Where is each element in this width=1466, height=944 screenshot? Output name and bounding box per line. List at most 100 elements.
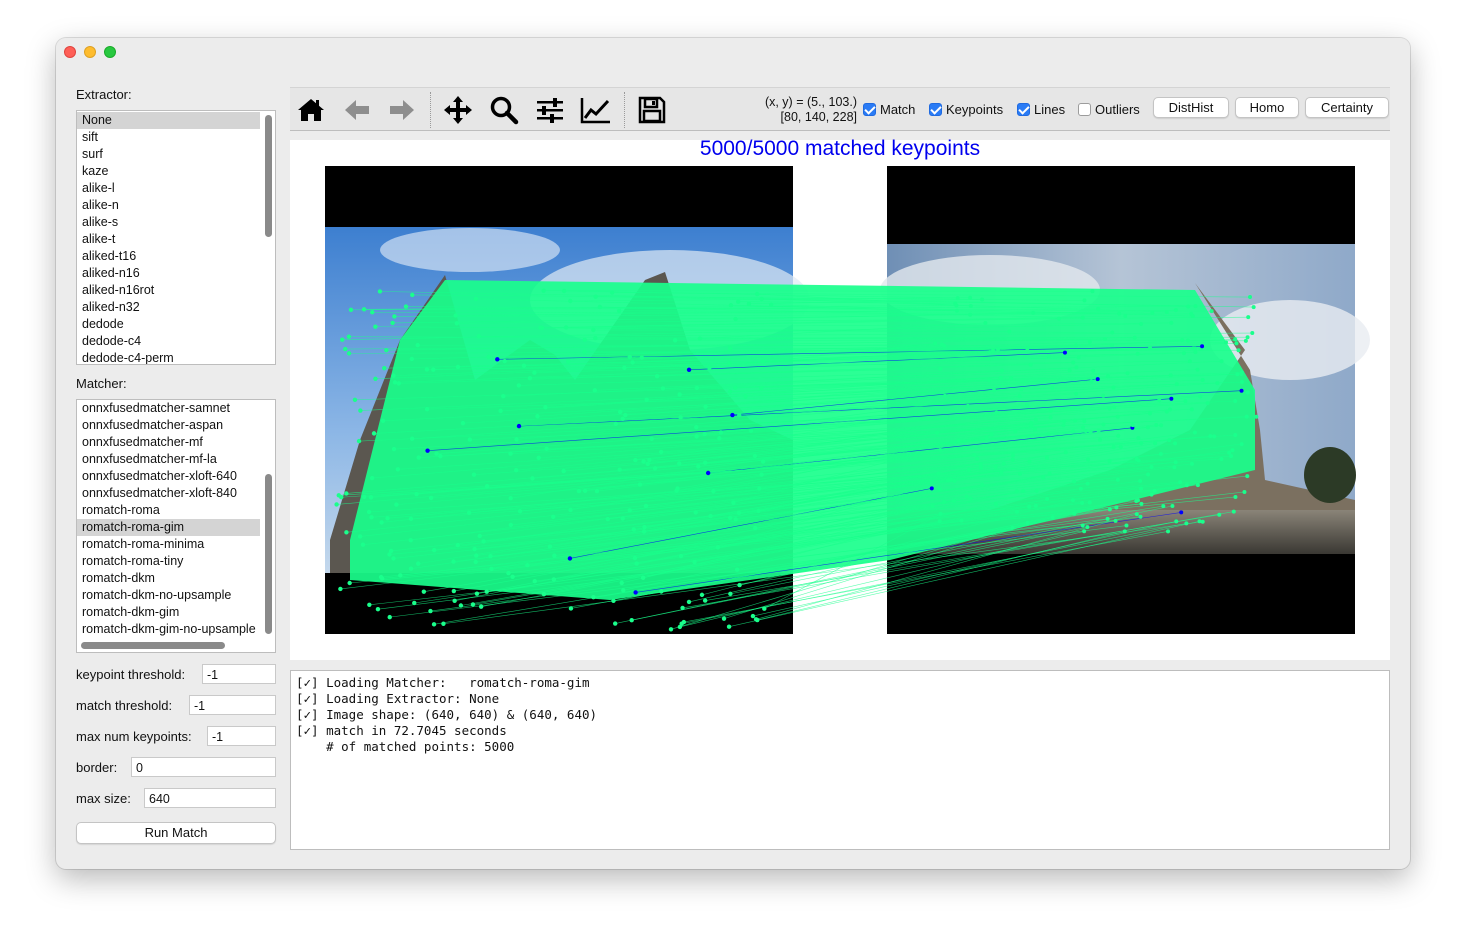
matcher-list-item[interactable]: onnxfusedmatcher-xloft-840 — [77, 485, 275, 502]
log-output[interactable]: [✓] Loading Matcher: romatch-roma-gim [✓]… — [290, 670, 1390, 850]
keypoint — [1070, 498, 1075, 503]
max-size-input[interactable]: 640 — [144, 788, 276, 808]
extractor-list-item[interactable]: aliked-n16 — [77, 265, 275, 282]
matcher-list-item[interactable]: romatch-dkm-gim-no-upsample — [77, 621, 275, 638]
minimize-window-button[interactable] — [84, 46, 96, 58]
extractor-list-item[interactable]: sift — [77, 129, 275, 146]
close-window-button[interactable] — [64, 46, 76, 58]
matcher-list-item[interactable]: romatch-dkm-gim — [77, 604, 275, 621]
keypoint — [409, 356, 415, 362]
keypoints-checkbox[interactable]: Keypoints — [929, 101, 1003, 117]
back-button[interactable] — [340, 94, 374, 126]
keypoint — [748, 428, 754, 433]
matcher-list-item[interactable]: onnxfusedmatcher-mf — [77, 434, 275, 451]
zoom-button[interactable] — [487, 94, 521, 126]
extractor-list-item[interactable]: dedode-c4-perm — [77, 350, 275, 364]
keypoint — [968, 303, 973, 308]
keypoint — [1150, 310, 1155, 315]
keypoint — [425, 448, 430, 453]
extractor-listbox[interactable]: None sift surf kaze alike-l alike-n alike-s ali… — [76, 110, 276, 365]
keypoint — [1248, 295, 1253, 300]
run-match-button[interactable]: Run Match — [76, 822, 276, 844]
matcher-list-item[interactable]: romatch-dkm — [77, 570, 275, 587]
matcher-list-item[interactable]: romatch-dkm-no-upsample — [77, 587, 275, 604]
lines-checkbox-box[interactable] — [1017, 102, 1030, 116]
disthist-button[interactable]: DistHist — [1153, 97, 1229, 118]
pan-button[interactable] — [441, 94, 475, 126]
keypoint — [1239, 370, 1244, 375]
matcher-vertical-scrollbar[interactable] — [265, 474, 272, 634]
extractor-list-item[interactable]: aliked-t16 — [77, 248, 275, 265]
match-threshold-input[interactable]: -1 — [189, 695, 276, 715]
keypoint — [1233, 399, 1238, 404]
extractor-list-item[interactable]: dedode — [77, 316, 275, 333]
matcher-list-item[interactable]: onnxfusedmatcher-mf-la — [77, 451, 275, 468]
keypoint — [999, 368, 1004, 373]
extractor-list-item[interactable]: surf — [77, 146, 275, 163]
edit-axis-icon — [580, 98, 610, 124]
keypoint — [377, 289, 383, 294]
keypoint — [756, 508, 761, 514]
keypoint — [432, 547, 437, 553]
extractor-list-item[interactable]: kaze — [77, 163, 275, 180]
extractor-list-item[interactable]: aliked-n16rot — [77, 282, 275, 299]
keypoint — [1041, 475, 1046, 480]
matcher-list-item[interactable]: romatch-roma-gim — [77, 519, 260, 536]
keypoint — [1200, 519, 1205, 524]
extractor-list-item[interactable]: alike-s — [77, 214, 275, 231]
homo-button[interactable]: Homo — [1235, 97, 1299, 118]
keypoint — [473, 296, 479, 302]
match-checkbox[interactable]: Match — [863, 101, 915, 117]
border-input[interactable]: 0 — [131, 757, 276, 777]
keypoint — [993, 502, 998, 507]
keypoints-checkbox-box[interactable] — [929, 102, 942, 116]
keypoint — [644, 397, 649, 402]
matcher-list-item[interactable]: romatch-roma-minima — [77, 536, 275, 553]
match-plot[interactable]: 5000/5000 matched keypoints — [290, 137, 1390, 660]
home-button[interactable] — [294, 94, 328, 126]
configure-subplots-button[interactable] — [533, 94, 567, 126]
keypoint — [410, 292, 415, 298]
matcher-list-item[interactable]: onnxfusedmatcher-aspan — [77, 417, 275, 434]
keypoint — [760, 359, 766, 364]
matcher-list-item[interactable]: onnxfusedmatcher-xloft-640 — [77, 468, 275, 485]
log-line: [✓] Loading Matcher: romatch-roma-gim — [296, 675, 590, 690]
extractor-list-item[interactable]: dedode-c4 — [77, 333, 275, 350]
extractor-list-item[interactable]: alike-l — [77, 180, 275, 197]
extractor-list-item[interactable]: alike-t — [77, 231, 275, 248]
keypoint — [1233, 337, 1238, 342]
outliers-checkbox-box[interactable] — [1078, 102, 1091, 116]
keypoint — [373, 376, 378, 381]
keypoint — [678, 415, 683, 420]
keypoint-threshold-input[interactable]: -1 — [202, 664, 276, 684]
extractor-list-item[interactable]: alike-n — [77, 197, 275, 214]
extractor-scrollbar[interactable] — [265, 115, 272, 237]
keypoint — [591, 594, 596, 600]
keypoint — [654, 374, 660, 379]
keypoint — [978, 462, 983, 467]
extractor-list-item[interactable]: aliked-n32 — [77, 299, 275, 316]
zoom-window-button[interactable] — [104, 46, 116, 58]
keypoint — [1019, 387, 1024, 392]
matcher-list-item[interactable]: romatch-roma — [77, 502, 275, 519]
matcher-horizontal-scrollbar[interactable] — [81, 642, 225, 649]
keypoint — [415, 342, 420, 348]
extractor-list-item[interactable]: None — [77, 112, 260, 129]
lines-checkbox[interactable]: Lines — [1017, 101, 1065, 117]
matcher-list-item[interactable]: onnxfusedmatcher-samnet — [77, 400, 275, 417]
matcher-listbox[interactable]: onnxfusedmatcher-samnet onnxfusedmatcher-… — [76, 399, 276, 653]
save-button[interactable] — [635, 94, 669, 126]
keypoint — [613, 421, 619, 427]
edit-axis-button[interactable] — [579, 94, 613, 126]
keypoint — [1136, 435, 1141, 440]
matcher-list-item[interactable]: romatch-roma-tiny — [77, 553, 275, 570]
match-checkbox-box[interactable] — [863, 102, 876, 116]
keypoint — [730, 412, 735, 418]
forward-button[interactable] — [385, 94, 419, 126]
outliers-checkbox[interactable]: Outliers — [1078, 101, 1140, 117]
max-num-keypoints-input[interactable]: -1 — [207, 726, 276, 746]
certainty-button[interactable]: Certainty — [1305, 97, 1389, 118]
keypoint — [568, 298, 573, 304]
keypoint — [680, 605, 685, 611]
keypoint — [1239, 388, 1244, 393]
